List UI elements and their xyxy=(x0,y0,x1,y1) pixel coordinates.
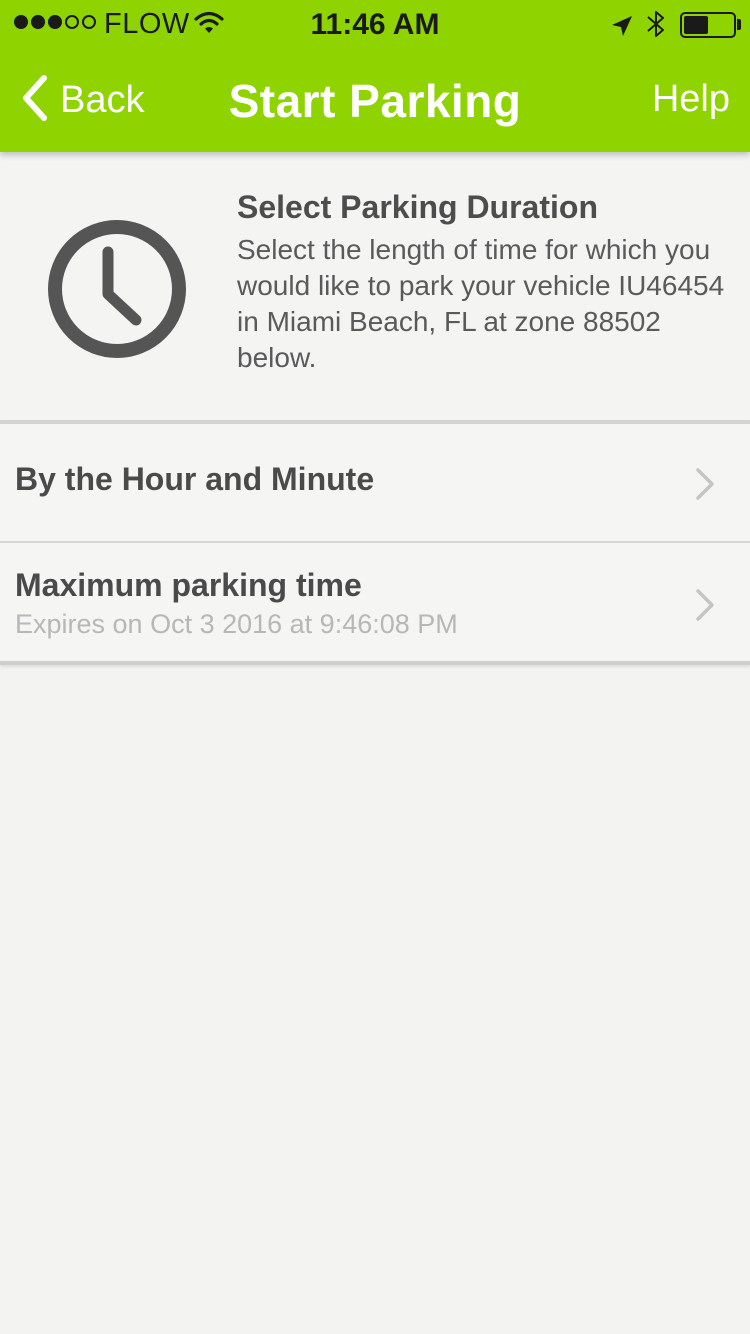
chevron-right-icon xyxy=(694,466,716,502)
page-title: Start Parking xyxy=(228,75,522,127)
battery-icon xyxy=(680,12,736,38)
parking-duration-info: Select Parking Duration Select the lengt… xyxy=(0,152,750,420)
chevron-right-icon xyxy=(694,587,716,623)
clock-icon xyxy=(46,218,188,360)
info-description: Select the length of time for which you … xyxy=(237,234,725,373)
header: FLOW 11:46 AM Back Start Parking Help xyxy=(0,0,750,152)
status-time: 11:46 AM xyxy=(310,8,440,41)
option-maximum-parking-time[interactable]: Maximum parking time Expires on Oct 3 20… xyxy=(0,543,750,661)
option-title: Maximum parking time xyxy=(15,567,362,603)
location-arrow-icon xyxy=(610,12,634,46)
option-expiry-text: Expires on Oct 3 2016 at 9:46:08 PM xyxy=(15,609,458,639)
battery-level xyxy=(684,16,708,34)
navigation-bar: Back Start Parking Help xyxy=(0,50,750,152)
status-bar: FLOW 11:46 AM xyxy=(0,0,750,50)
divider xyxy=(0,661,750,665)
start-parking-screen: FLOW 11:46 AM Back Start Parking Help Se… xyxy=(0,0,750,1334)
option-by-hour-and-minute[interactable]: By the Hour and Minute xyxy=(0,424,750,541)
bluetooth-icon xyxy=(645,8,667,48)
option-title: By the Hour and Minute xyxy=(15,461,375,497)
battery-tip xyxy=(737,19,741,30)
info-title: Select Parking Duration xyxy=(237,189,598,225)
help-button[interactable]: Help xyxy=(652,78,730,121)
